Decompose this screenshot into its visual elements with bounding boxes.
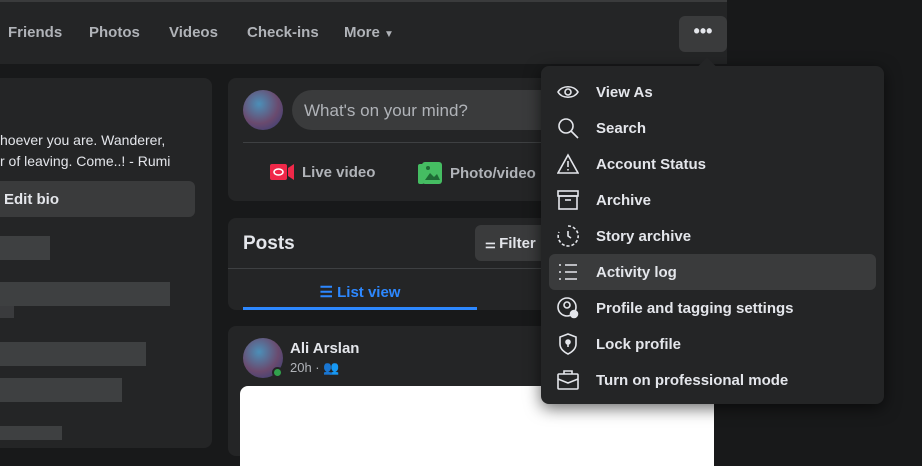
blurred-detail xyxy=(0,236,50,260)
bio-line: r of leaving. Come..! - Rumi xyxy=(0,153,171,169)
menu-item-label: Story archive xyxy=(596,227,692,245)
list-icon xyxy=(559,264,577,280)
tab-videos[interactable]: Videos xyxy=(169,24,218,41)
tab-check-ins[interactable]: Check-ins xyxy=(247,24,319,41)
tab-more[interactable]: More ▼ xyxy=(344,24,394,41)
tab-friends[interactable]: Friends xyxy=(8,24,62,41)
menu-item-search[interactable]: Search xyxy=(549,110,876,146)
intro-card: hoever you are. Wanderer, r of leaving. C… xyxy=(0,78,212,448)
live-video-label: Live video xyxy=(302,163,376,181)
menu-item-label: Profile and tagging settings xyxy=(596,299,794,317)
menu-item-label: Turn on professional mode xyxy=(596,371,789,389)
blurred-detail xyxy=(0,378,122,402)
menu-item-profile-tagging-settings[interactable]: Profile and tagging settings xyxy=(549,290,876,326)
bio-text: hoever you are. Wanderer, r of leaving. C… xyxy=(0,130,170,172)
menu-item-label: Search xyxy=(596,119,647,137)
menu-item-activity-log[interactable]: Activity log xyxy=(549,254,876,290)
edit-bio-button[interactable]: Edit bio xyxy=(0,181,195,217)
photo-video-label: Photo/video xyxy=(450,164,536,182)
menu-item-account-status[interactable]: Account Status xyxy=(549,146,876,182)
post-meta: 20h · 👥 xyxy=(290,360,339,376)
live-video-icon xyxy=(270,164,294,180)
tab-photos[interactable]: Photos xyxy=(89,24,140,41)
filter-icon: ⚌ xyxy=(485,237,500,251)
menu-item-label: View As xyxy=(596,83,653,101)
tab-list-view[interactable]: ☰ List view xyxy=(243,270,477,310)
live-video-button[interactable]: Live video xyxy=(270,162,375,182)
caret-down-icon: ▼ xyxy=(384,29,394,40)
filter-label: Filter xyxy=(499,235,536,252)
profile-options-menu: View As Search Account Status Archive St… xyxy=(541,66,884,404)
menu-item-archive[interactable]: Archive xyxy=(549,182,876,218)
blurred-detail xyxy=(0,342,146,366)
posts-title: Posts xyxy=(243,233,295,254)
bio-line: hoever you are. Wanderer, xyxy=(0,132,166,148)
warning-icon xyxy=(557,153,579,174)
menu-item-professional-mode[interactable]: Turn on professional mode xyxy=(549,362,876,398)
photo-icon xyxy=(418,162,442,184)
post-author[interactable]: Ali Arslan xyxy=(290,340,359,357)
menu-item-label: Lock profile xyxy=(596,335,682,353)
profile-tabs-bar: Friends Photos Videos Check-ins More ▼ •… xyxy=(0,0,727,64)
menu-item-story-archive[interactable]: Story archive xyxy=(549,218,876,254)
edit-bio-label: Edit bio xyxy=(4,191,59,208)
archive-icon xyxy=(557,190,579,210)
menu-item-label: Activity log xyxy=(596,263,677,281)
tab-more-label: More xyxy=(344,24,380,41)
avatar[interactable] xyxy=(243,90,283,130)
shield-lock-icon xyxy=(559,333,577,355)
briefcase-icon xyxy=(557,370,579,390)
menu-item-label: Account Status xyxy=(596,155,707,173)
blurred-detail xyxy=(0,426,62,440)
photo-video-button[interactable]: Photo/video xyxy=(418,162,536,184)
friends-audience-icon: 👥 xyxy=(323,360,340,375)
list-view-label: List view xyxy=(337,284,401,301)
list-icon: ☰ xyxy=(319,284,338,301)
online-indicator xyxy=(272,367,283,378)
menu-item-lock-profile[interactable]: Lock profile xyxy=(549,326,876,362)
post-time[interactable]: 20h · xyxy=(290,360,323,375)
more-options-button[interactable]: ••• xyxy=(679,16,727,52)
menu-item-view-as[interactable]: View As xyxy=(549,74,876,110)
blurred-detail xyxy=(0,282,170,306)
eye-icon xyxy=(557,85,579,99)
menu-item-label: Archive xyxy=(596,191,652,209)
profile-settings-icon xyxy=(557,297,579,319)
search-icon xyxy=(558,118,579,139)
blurred-detail xyxy=(0,306,14,318)
story-archive-icon xyxy=(557,225,579,247)
